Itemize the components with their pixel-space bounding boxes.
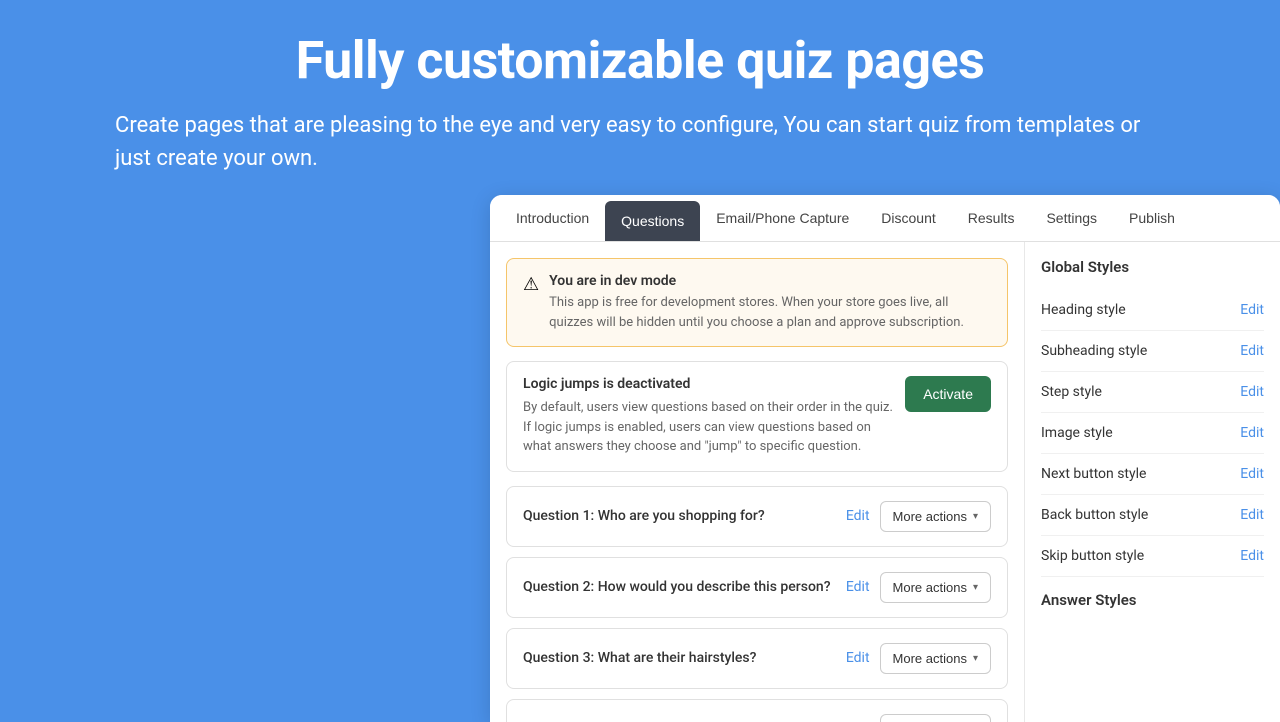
question-row: Question 1: Who are you shopping for? Ed… [506, 486, 1008, 547]
question-3-label: Question 3: What are their hairstyles? [523, 650, 756, 666]
tabs-bar: Introduction Questions Email/Phone Captu… [490, 195, 1280, 242]
app-container: Introduction Questions Email/Phone Captu… [490, 195, 1280, 722]
hero-title: Fully customizable quiz pages [80, 30, 1200, 91]
step-style-label: Step style [1041, 384, 1102, 400]
tab-publish[interactable]: Publish [1113, 195, 1191, 241]
subheading-style-edit[interactable]: Edit [1240, 343, 1264, 359]
logic-jumps-text: By default, users view questions based o… [523, 398, 893, 457]
tab-introduction[interactable]: Introduction [500, 195, 605, 241]
skip-button-style-edit[interactable]: Edit [1240, 548, 1264, 564]
question-1-label: Question 1: Who are you shopping for? [523, 508, 765, 524]
back-button-style-edit[interactable]: Edit [1240, 507, 1264, 523]
dev-mode-alert: ⚠ You are in dev mode This app is free f… [506, 258, 1008, 347]
main-panel: ⚠ You are in dev mode This app is free f… [490, 242, 1025, 722]
tab-results[interactable]: Results [952, 195, 1031, 241]
skip-button-style-row: Skip button style Edit [1041, 536, 1264, 577]
question-3-edit[interactable]: Edit [846, 650, 870, 666]
heading-style-edit[interactable]: Edit [1240, 302, 1264, 318]
tab-settings[interactable]: Settings [1030, 195, 1113, 241]
dev-mode-text: This app is free for development stores.… [549, 293, 991, 332]
subheading-style-row: Subheading style Edit [1041, 331, 1264, 372]
side-panel: Global Styles Heading style Edit Subhead… [1025, 242, 1280, 722]
question-3-more-actions[interactable]: More actions ▾ [880, 643, 991, 674]
content-area: ⚠ You are in dev mode This app is free f… [490, 242, 1280, 722]
back-button-style-row: Back button style Edit [1041, 495, 1264, 536]
activate-button[interactable]: Activate [905, 376, 991, 412]
hero-subtitle: Create pages that are pleasing to the ey… [115, 109, 1165, 175]
global-styles-heading: Global Styles [1041, 258, 1264, 276]
heading-style-label: Heading style [1041, 302, 1126, 318]
step-style-row: Step style Edit [1041, 372, 1264, 413]
tab-discount[interactable]: Discount [865, 195, 951, 241]
answer-styles-heading: Answer Styles [1041, 591, 1264, 609]
question-2-label: Question 2: How would you describe this … [523, 579, 831, 595]
question-1-edit[interactable]: Edit [846, 508, 870, 524]
tab-questions[interactable]: Questions [605, 201, 700, 241]
warning-icon: ⚠ [523, 274, 539, 332]
question-2-more-actions[interactable]: More actions ▾ [880, 572, 991, 603]
next-button-style-row: Next button style Edit [1041, 454, 1264, 495]
chevron-down-icon: ▾ [973, 582, 978, 593]
heading-style-row: Heading style Edit [1041, 290, 1264, 331]
hero-section: Fully customizable quiz pages Create pag… [0, 0, 1280, 195]
next-button-style-label: Next button style [1041, 466, 1146, 482]
question-1-more-actions[interactable]: More actions ▾ [880, 501, 991, 532]
question-4-more-actions[interactable]: More actions ▾ [880, 714, 991, 722]
question-row: Question 3: What are their hairstyles? E… [506, 628, 1008, 689]
image-style-row: Image style Edit [1041, 413, 1264, 454]
tab-email-phone[interactable]: Email/Phone Capture [700, 195, 865, 241]
subheading-style-label: Subheading style [1041, 343, 1147, 359]
logic-jumps-box: Logic jumps is deactivated By default, u… [506, 361, 1008, 472]
back-button-style-label: Back button style [1041, 507, 1148, 523]
chevron-down-icon: ▾ [973, 511, 978, 522]
skip-button-style-label: Skip button style [1041, 548, 1144, 564]
question-row: Question 4: What size do they wear? Edit… [506, 699, 1008, 722]
question-2-edit[interactable]: Edit [846, 579, 870, 595]
dev-mode-title: You are in dev mode [549, 273, 991, 289]
image-style-label: Image style [1041, 425, 1113, 441]
question-row: Question 2: How would you describe this … [506, 557, 1008, 618]
step-style-edit[interactable]: Edit [1240, 384, 1264, 400]
logic-jumps-title: Logic jumps is deactivated [523, 376, 893, 392]
image-style-edit[interactable]: Edit [1240, 425, 1264, 441]
next-button-style-edit[interactable]: Edit [1240, 466, 1264, 482]
chevron-down-icon: ▾ [973, 653, 978, 664]
